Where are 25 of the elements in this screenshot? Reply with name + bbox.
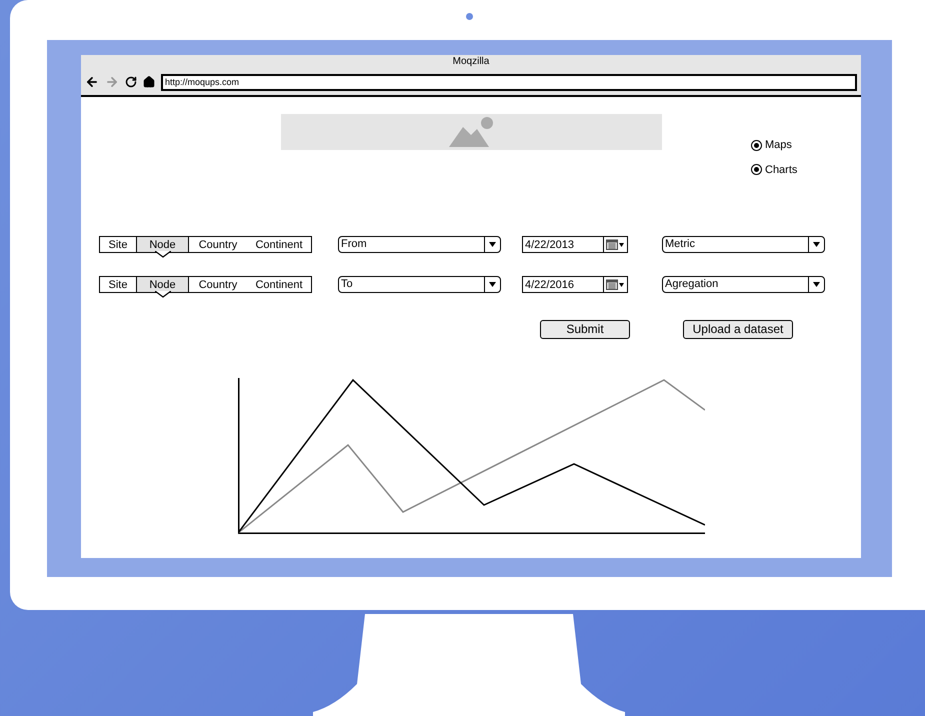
back-icon[interactable] <box>85 75 99 89</box>
level-tab[interactable]: Continent <box>247 277 311 292</box>
level-tab[interactable]: Country <box>189 277 247 292</box>
home-icon[interactable] <box>143 76 155 88</box>
calendar-icon[interactable] <box>604 276 628 293</box>
option-dropdown[interactable]: Metric <box>662 236 825 253</box>
level-tab[interactable]: Site <box>100 237 136 252</box>
address-field[interactable]: http://moqups.com <box>161 74 857 90</box>
range-dropdown[interactable]: To <box>338 276 501 293</box>
calendar-icon[interactable] <box>604 236 628 253</box>
range-dropdown[interactable]: From <box>338 236 501 253</box>
window-title: Moqzilla <box>452 55 490 69</box>
view-radio[interactable]: Maps <box>751 137 798 154</box>
reload-icon[interactable] <box>125 76 137 88</box>
level-tab[interactable]: Continent <box>247 237 311 252</box>
option-dropdown[interactable]: Agregation <box>662 276 825 293</box>
image-icon <box>448 117 494 147</box>
view-radio[interactable]: Charts <box>751 162 798 178</box>
camera-icon <box>466 13 473 20</box>
date-field[interactable]: 4/22/2013 <box>522 236 604 253</box>
date-field[interactable]: 4/22/2016 <box>522 276 604 293</box>
submit-button[interactable]: Submit <box>540 320 630 339</box>
level-tab[interactable]: Country <box>189 237 247 252</box>
level-tab[interactable]: Site <box>100 277 136 292</box>
upload-button[interactable]: Upload a dataset <box>683 320 793 339</box>
